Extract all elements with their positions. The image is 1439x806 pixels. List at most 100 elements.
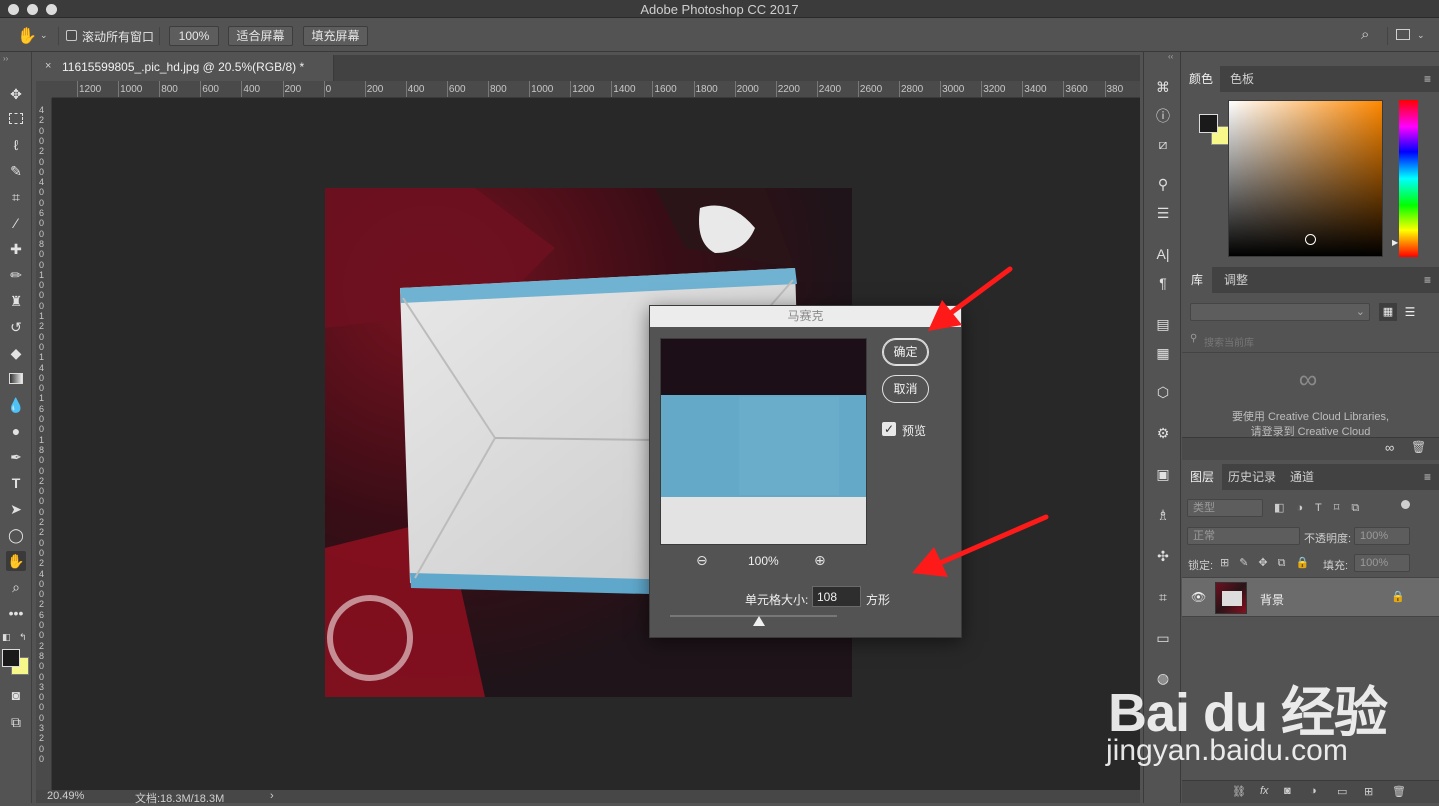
adjustment-layer-icon[interactable]: ◑ [1310,785,1317,797]
search-icon[interactable]: ⌕ [1361,26,1369,43]
learn-icon[interactable]: ⚙ [1153,423,1173,443]
hue-slider[interactable] [1399,100,1418,257]
cell-size-slider-thumb[interactable] [752,616,765,626]
library-panel-menu-icon[interactable]: ≡ [1424,273,1431,287]
eyedropper-tool-icon[interactable]: ⁄ [6,213,26,233]
tab-adjustments[interactable]: 调整 [1216,267,1256,293]
library-select[interactable]: ⌄ [1190,303,1370,321]
lock-icons[interactable]: ⊞✎✥⧉🔒 [1220,556,1319,570]
puzzle-icon[interactable]: ✣ [1153,546,1173,566]
timeline-icon[interactable]: ▭ [1153,628,1173,648]
ellipse-tool-icon[interactable]: ◯ [6,525,26,545]
close-tab-icon[interactable]: × [45,60,51,72]
fit-screen-button[interactable]: 适合屏幕 [228,26,293,46]
opacity-field[interactable]: 100% [1354,527,1410,545]
fill-screen-button[interactable]: 填充屏幕 [303,26,368,46]
screen-mode-icon[interactable]: ⧉ [6,712,26,732]
paragraph-icon[interactable]: ¶ [1153,273,1173,293]
crop-tool-icon[interactable]: ⌗ [6,187,26,207]
cell-size-input[interactable] [812,586,861,607]
layers-panel-menu-icon[interactable]: ≡ [1424,470,1431,484]
brush-tool-icon[interactable]: ✏ [6,265,26,285]
delete-layer-icon[interactable]: 🗑 [1392,785,1406,798]
tab-history[interactable]: 历史记录 [1224,464,1280,490]
color-panel-menu-icon[interactable]: ≡ [1424,72,1431,86]
hand-tool-icon[interactable]: ✋ [17,26,37,46]
color-panel-foreground[interactable] [1199,114,1218,133]
tab-color[interactable]: 颜色 [1182,66,1220,92]
dodge-tool-icon[interactable]: ● [6,421,26,441]
more-tools-icon[interactable]: ••• [6,603,26,623]
type-tool-icon[interactable]: T [6,473,26,493]
crop-panel-icon[interactable]: ⌗ [1153,587,1173,607]
grid-view-icon[interactable]: ▦ [1379,303,1397,321]
ruler-origin[interactable] [36,81,52,98]
tab-libraries[interactable]: 库 [1182,267,1212,293]
status-zoom[interactable]: 20.49% [47,790,84,802]
notes-icon[interactable]: ▦ [1153,343,1173,363]
hue-slider-thumb[interactable]: ▶ [1392,238,1398,247]
default-colors-icon[interactable]: ◧ [2,632,11,643]
brush-settings-icon[interactable]: ⚲ [1153,174,1173,194]
workspace-chevron-icon[interactable]: ⌄ [1417,30,1425,41]
tab-swatches[interactable]: 色板 [1222,66,1262,92]
preview-checkbox[interactable]: ✓ [882,422,896,436]
gradient-tool-icon[interactable] [6,369,26,389]
healing-brush-tool-icon[interactable]: ✚ [6,239,26,259]
tool-preset-chevron-icon[interactable]: ⌄ [40,30,48,41]
fill-field[interactable]: 100% [1354,554,1410,572]
new-group-icon[interactable]: ▭ [1337,785,1347,798]
libraries-folder-icon[interactable]: ▣ [1153,464,1173,484]
workspace-icon[interactable] [1396,29,1410,40]
pen-tool-icon[interactable]: ✒ [6,447,26,467]
actions-icon[interactable]: ▤ [1153,314,1173,334]
new-layer-icon[interactable]: ⊞ [1364,785,1373,798]
document-tab[interactable]: × 11615599805_.pic_hd.jpg @ 20.5%(RGB/8)… [36,55,334,81]
user-icon[interactable]: ◍ [1153,668,1173,688]
blur-tool-icon[interactable]: 💧 [6,395,26,415]
lasso-tool-icon[interactable]: ℓ [6,135,26,155]
link-layers-icon[interactable]: ⛓ [1232,785,1246,798]
layer-visibility-icon[interactable]: 👁 [1191,590,1206,604]
color-picker-cursor[interactable] [1305,234,1316,245]
zoom-out-icon[interactable]: ⊖ [696,552,708,569]
tab-layers[interactable]: 图层 [1182,464,1222,490]
move-tool-icon[interactable]: ✥ [6,84,26,104]
tab-channels[interactable]: 通道 [1282,464,1322,490]
navigator-icon[interactable]: ⧄ [1153,134,1173,154]
zoom-100-button[interactable]: 100% [169,26,219,46]
marquee-tool-icon[interactable] [6,109,26,129]
clone-stamp-tool-icon[interactable]: ♜ [6,291,26,311]
status-menu-arrow[interactable]: › [270,790,274,802]
info-icon[interactable]: ⓘ [1153,106,1173,126]
collapse-toolbar-icon[interactable]: ›› [3,54,8,63]
horizontal-ruler[interactable]: 1200 1000 800 600 400 200 0 200 400 600 800 1000 120… [52,81,1140,98]
filter-toggle-icon[interactable] [1401,500,1410,509]
clone-source-icon[interactable]: ♗ [1153,505,1173,525]
fx-icon[interactable]: fx [1260,785,1269,797]
list-view-icon[interactable]: ☰ [1401,303,1419,321]
3d-icon[interactable]: ⌘ [1153,77,1173,97]
add-mask-icon[interactable]: ◙ [1284,785,1291,797]
color-field[interactable] [1228,100,1383,257]
layer-filter-icons[interactable]: ◧◑T⌑⧉ [1274,501,1371,515]
history-brush-tool-icon[interactable]: ↺ [6,317,26,337]
cc-sync-icon[interactable]: ∞ [1385,440,1394,455]
blend-mode-select[interactable]: 正常 [1187,527,1300,545]
preview-window[interactable] [660,338,867,545]
collapse-strip-icon[interactable]: ‹‹ [1168,52,1173,61]
layer-filter-kind[interactable]: 类型 [1187,499,1263,517]
zoom-tool-icon[interactable]: ⌕ [6,577,26,597]
properties-icon[interactable]: ☰ [1153,203,1173,223]
zoom-in-icon[interactable]: ⊕ [814,552,826,569]
vertical-ruler[interactable]: 4200200400600800100012001400160018002000… [36,98,52,790]
path-selection-tool-icon[interactable]: ➤ [6,499,26,519]
quick-selection-tool-icon[interactable]: ✎ [6,161,26,181]
hand-tool-icon[interactable]: ✋ [6,551,26,571]
character-icon[interactable]: A| [1153,244,1173,264]
scroll-all-windows-checkbox[interactable] [66,30,77,41]
3d-object-icon[interactable]: ⬡ [1153,382,1173,402]
swap-colors-icon[interactable]: ↰ [19,632,27,643]
library-trash-icon[interactable]: 🗑 [1411,440,1426,454]
eraser-tool-icon[interactable]: ◆ [6,343,26,363]
